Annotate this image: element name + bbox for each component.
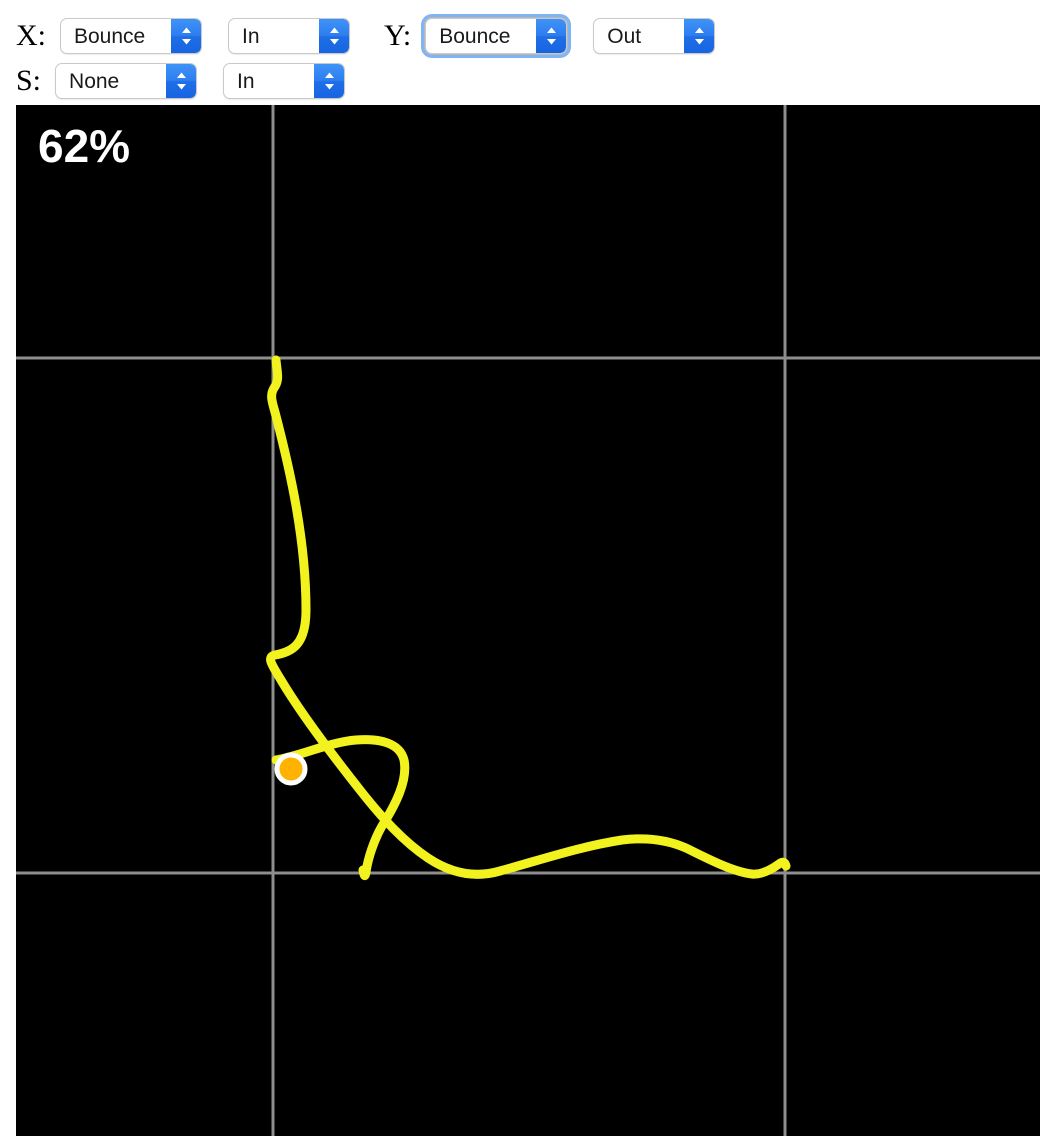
progress-readout: 62% [38,120,131,172]
x-easing-select-value: Bounce [74,24,146,48]
s-direction-select[interactable]: In [223,63,346,99]
s-direction-select-value: In [237,69,255,93]
x-easing-select[interactable]: Bounce [60,18,202,54]
x-direction-select-wrapper[interactable]: In [224,14,354,58]
stepper-up-down-icon[interactable] [166,64,197,98]
s-direction-select-wrapper[interactable]: In [219,59,349,103]
easing-preview-app: X: Bounce In Y: Bounce Out S: None In 62… [0,0,1054,1144]
easing-graph-canvas[interactable]: 62% [16,105,1040,1136]
y-direction-select[interactable]: Out [593,18,716,54]
x-direction-select-value: In [242,24,260,48]
s-easing-select-value: None [69,69,120,93]
x-axis-label: X: [16,19,46,52]
stepper-up-down-icon[interactable] [319,19,349,53]
x-easing-select-wrapper[interactable]: Bounce [56,14,206,58]
s-axis-label: S: [16,64,42,97]
stepper-up-down-icon[interactable] [171,19,201,53]
y-direction-select-wrapper[interactable]: Out [589,14,719,58]
easing-curve [266,355,791,879]
easing-graph-svg [16,105,1040,1136]
control-row-1: X: Bounce In Y: Bounce Out [0,14,1054,58]
controls-panel: X: Bounce In Y: Bounce Out S: None In [0,0,1054,103]
s-easing-select-wrapper[interactable]: None [51,59,201,103]
y-easing-select[interactable]: Bounce [425,18,568,54]
stepper-up-down-icon[interactable] [314,64,345,98]
y-direction-select-value: Out [607,24,642,48]
gridlines [16,105,1040,1136]
y-easing-select-wrapper[interactable]: Bounce [421,14,572,58]
y-easing-select-value: Bounce [439,24,511,48]
playhead-marker[interactable] [274,752,308,786]
s-easing-select[interactable]: None [55,63,198,99]
x-direction-select[interactable]: In [228,18,350,54]
stepper-up-down-icon[interactable] [536,19,567,53]
stepper-up-down-icon[interactable] [684,19,715,53]
y-axis-label: Y: [384,19,412,52]
control-row-2: S: None In [0,59,1054,103]
